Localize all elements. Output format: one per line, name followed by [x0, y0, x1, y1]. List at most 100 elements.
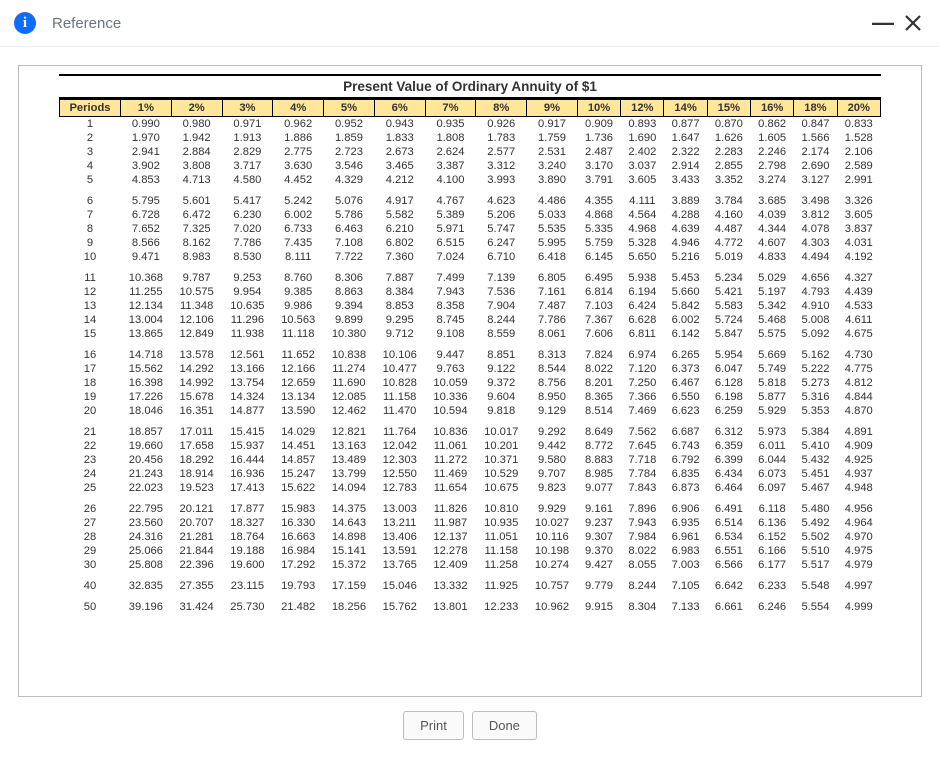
- cell-value: 5.242: [273, 194, 324, 208]
- cell-value: 11.255: [121, 285, 172, 299]
- cell-value: 6.467: [664, 376, 707, 390]
- cell-value: 5.759: [577, 236, 620, 250]
- cell-period: 24: [60, 467, 121, 481]
- cell-value: 1.942: [171, 131, 222, 145]
- cell-value: 9.447: [425, 348, 476, 362]
- cell-value: 10.635: [222, 299, 273, 313]
- table-row: 5039.19631.42425.73021.48218.25615.76213…: [60, 600, 881, 621]
- cell-value: 16.444: [222, 453, 273, 467]
- cell-value: 14.718: [121, 348, 172, 362]
- print-button[interactable]: Print: [403, 711, 464, 740]
- cell-value: 6.312: [707, 425, 750, 439]
- cell-value: 6.373: [664, 362, 707, 376]
- content-scroll-area[interactable]: Present Value of Ordinary Annuity of $1 …: [18, 65, 922, 697]
- cell-value: 5.384: [794, 425, 837, 439]
- table-row: 1614.71813.57812.56111.65210.83810.1069.…: [60, 348, 881, 362]
- cell-value: 1.736: [577, 131, 620, 145]
- cell-value: 9.295: [374, 313, 425, 327]
- cell-value: 16.936: [222, 467, 273, 481]
- cell-value: 6.259: [707, 404, 750, 425]
- table-row: 98.5668.1627.7867.4357.1086.8026.5156.24…: [60, 236, 881, 250]
- cell-value: 5.421: [707, 285, 750, 299]
- cell-value: 17.413: [222, 481, 273, 502]
- cell-value: 0.943: [374, 117, 425, 132]
- table-row: 76.7286.4726.2306.0025.7865.5825.3895.20…: [60, 208, 881, 222]
- cell-value: 12.042: [374, 439, 425, 453]
- col-header-rate: 8%: [476, 100, 527, 117]
- cell-value: 5.650: [621, 250, 664, 271]
- cell-value: 10.380: [324, 327, 375, 348]
- cell-value: 12.659: [273, 376, 324, 390]
- table-row: 65.7955.6015.4175.2425.0764.9174.7674.62…: [60, 194, 881, 208]
- cell-value: 8.358: [425, 299, 476, 313]
- cell-value: 3.127: [794, 173, 837, 194]
- cell-value: 5.222: [794, 362, 837, 376]
- cell-value: 7.943: [621, 516, 664, 530]
- cell-value: 12.550: [374, 467, 425, 481]
- cell-value: 11.764: [374, 425, 425, 439]
- cell-value: 6.247: [476, 236, 527, 250]
- cell-value: 1.913: [222, 131, 273, 145]
- done-button[interactable]: Done: [472, 711, 537, 740]
- cell-value: 0.935: [425, 117, 476, 132]
- cell-value: 6.661: [707, 600, 750, 621]
- cell-value: 4.487: [707, 222, 750, 236]
- cell-period: 22: [60, 439, 121, 453]
- cell-value: 39.196: [121, 600, 172, 621]
- cell-value: 6.472: [171, 208, 222, 222]
- close-button[interactable]: [900, 10, 926, 36]
- cell-value: 10.059: [425, 376, 476, 390]
- cell-value: 13.003: [374, 502, 425, 516]
- table-row: 1715.56214.29213.16612.16611.27410.4779.…: [60, 362, 881, 376]
- cell-value: 13.865: [121, 327, 172, 348]
- cell-value: 4.533: [837, 299, 880, 313]
- table-row: 2118.85717.01115.41514.02912.82111.76410…: [60, 425, 881, 439]
- cell-value: 6.811: [621, 327, 664, 348]
- cell-value: 18.256: [324, 600, 375, 621]
- cell-value: 5.076: [324, 194, 375, 208]
- cell-value: 14.029: [273, 425, 324, 439]
- cell-value: 8.772: [577, 439, 620, 453]
- cell-value: 6.097: [751, 481, 794, 502]
- cell-value: 7.562: [621, 425, 664, 439]
- cell-value: 3.352: [707, 173, 750, 194]
- cell-value: 15.937: [222, 439, 273, 453]
- cell-value: 3.784: [707, 194, 750, 208]
- cell-value: 10.563: [273, 313, 324, 327]
- cell-value: 8.384: [374, 285, 425, 299]
- cell-value: 11.158: [476, 544, 527, 558]
- cell-value: 4.844: [837, 390, 880, 404]
- cell-value: 8.061: [527, 327, 578, 348]
- cell-value: 24.316: [121, 530, 172, 544]
- cell-value: 5.749: [751, 362, 794, 376]
- cell-value: 4.160: [707, 208, 750, 222]
- cell-value: 7.652: [121, 222, 172, 236]
- cell-value: 3.465: [374, 159, 425, 173]
- cell-value: 4.639: [664, 222, 707, 236]
- cell-value: 5.008: [794, 313, 837, 327]
- cell-value: 14.324: [222, 390, 273, 404]
- cell-value: 6.710: [476, 250, 527, 271]
- cell-value: 5.492: [794, 516, 837, 530]
- cell-value: 15.622: [273, 481, 324, 502]
- cell-value: 4.997: [837, 579, 880, 600]
- cell-value: 3.889: [664, 194, 707, 208]
- cell-value: 9.129: [527, 404, 578, 425]
- cell-value: 12.409: [425, 558, 476, 579]
- cell-value: 4.910: [794, 299, 837, 313]
- cell-value: 6.935: [664, 516, 707, 530]
- cell-value: 4.111: [621, 194, 664, 208]
- cell-value: 31.424: [171, 600, 222, 621]
- cell-value: 3.605: [837, 208, 880, 222]
- cell-value: 4.675: [837, 327, 880, 348]
- minimize-button[interactable]: —: [870, 10, 896, 36]
- cell-value: 4.486: [527, 194, 578, 208]
- cell-value: 3.605: [621, 173, 664, 194]
- cell-value: 14.375: [324, 502, 375, 516]
- cell-value: 4.039: [751, 208, 794, 222]
- cell-value: 6.002: [664, 313, 707, 327]
- cell-value: 7.984: [621, 530, 664, 544]
- cell-value: 9.779: [577, 579, 620, 600]
- cell-value: 9.986: [273, 299, 324, 313]
- cell-value: 2.775: [273, 145, 324, 159]
